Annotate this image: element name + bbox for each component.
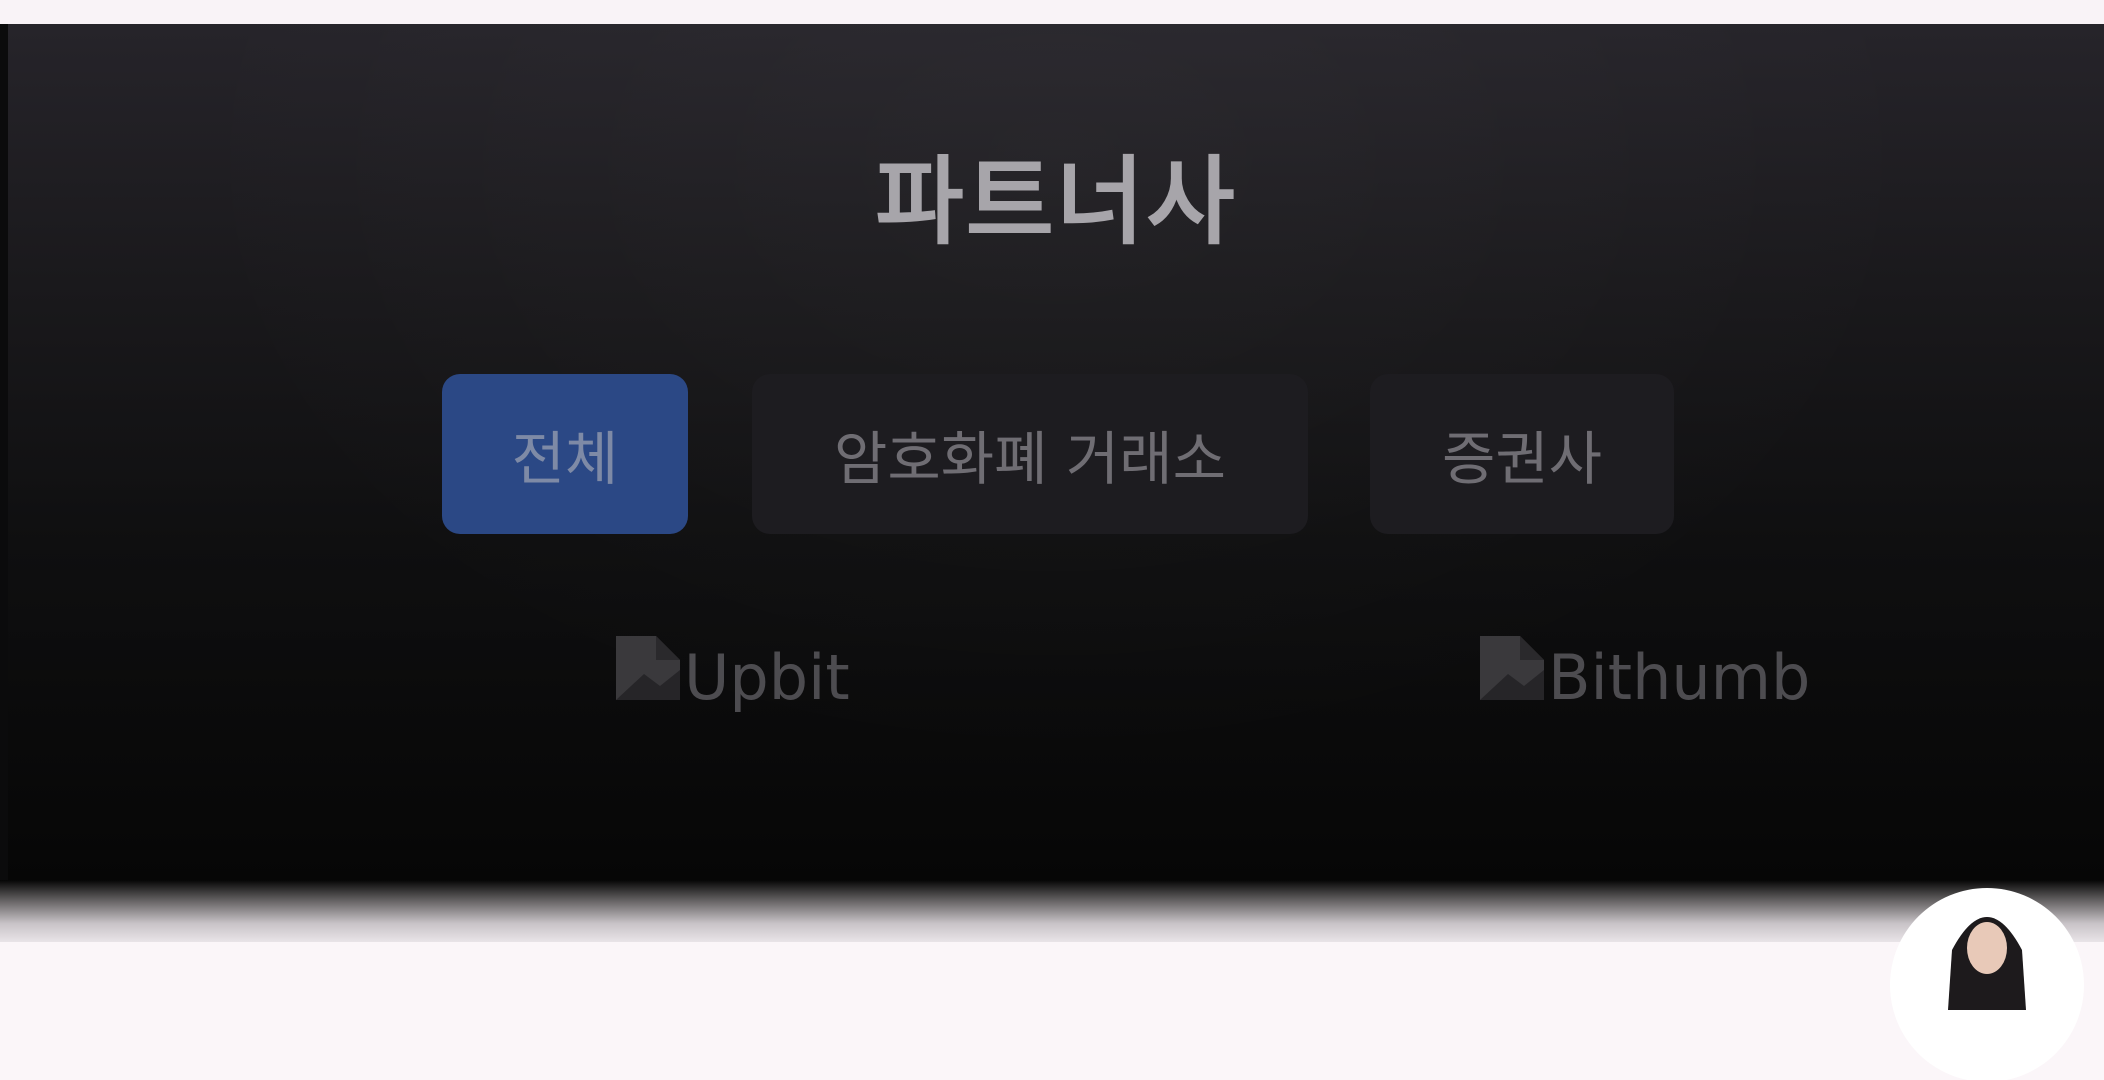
chat-avatar-button[interactable]	[1892, 890, 2082, 1080]
bottom-fade	[0, 880, 2104, 942]
tab-securities[interactable]: 증권사	[1370, 374, 1674, 534]
partner-logo-upbit[interactable]: Upbit	[616, 628, 850, 714]
left-edge	[0, 24, 8, 890]
partner-category-tabs: 전체 암호화폐 거래소 증권사	[8, 374, 2104, 534]
tab-crypto-exchange-label: 암호화폐 거래소	[834, 425, 1226, 493]
section-title: 파트너사	[875, 146, 1237, 258]
partner-logo-bithumb[interactable]: Bithumb	[1480, 628, 1810, 714]
partner-logo-bithumb-alt: Bithumb	[1548, 641, 1811, 714]
partner-logo-upbit-alt: Upbit	[684, 641, 850, 714]
tab-all[interactable]: 전체	[442, 374, 688, 534]
avatar	[1892, 890, 2082, 1080]
tab-all-label: 전체	[511, 425, 619, 493]
top-strip	[0, 0, 2104, 24]
tab-crypto-exchange[interactable]: 암호화폐 거래소	[752, 374, 1308, 534]
broken-image-icon	[1480, 636, 1544, 700]
broken-image-icon	[616, 636, 680, 700]
partners-section: 파트너사 전체 암호화폐 거래소 증권사 Upbit Bithumb	[8, 24, 2104, 890]
tab-securities-label: 증권사	[1441, 425, 1603, 493]
